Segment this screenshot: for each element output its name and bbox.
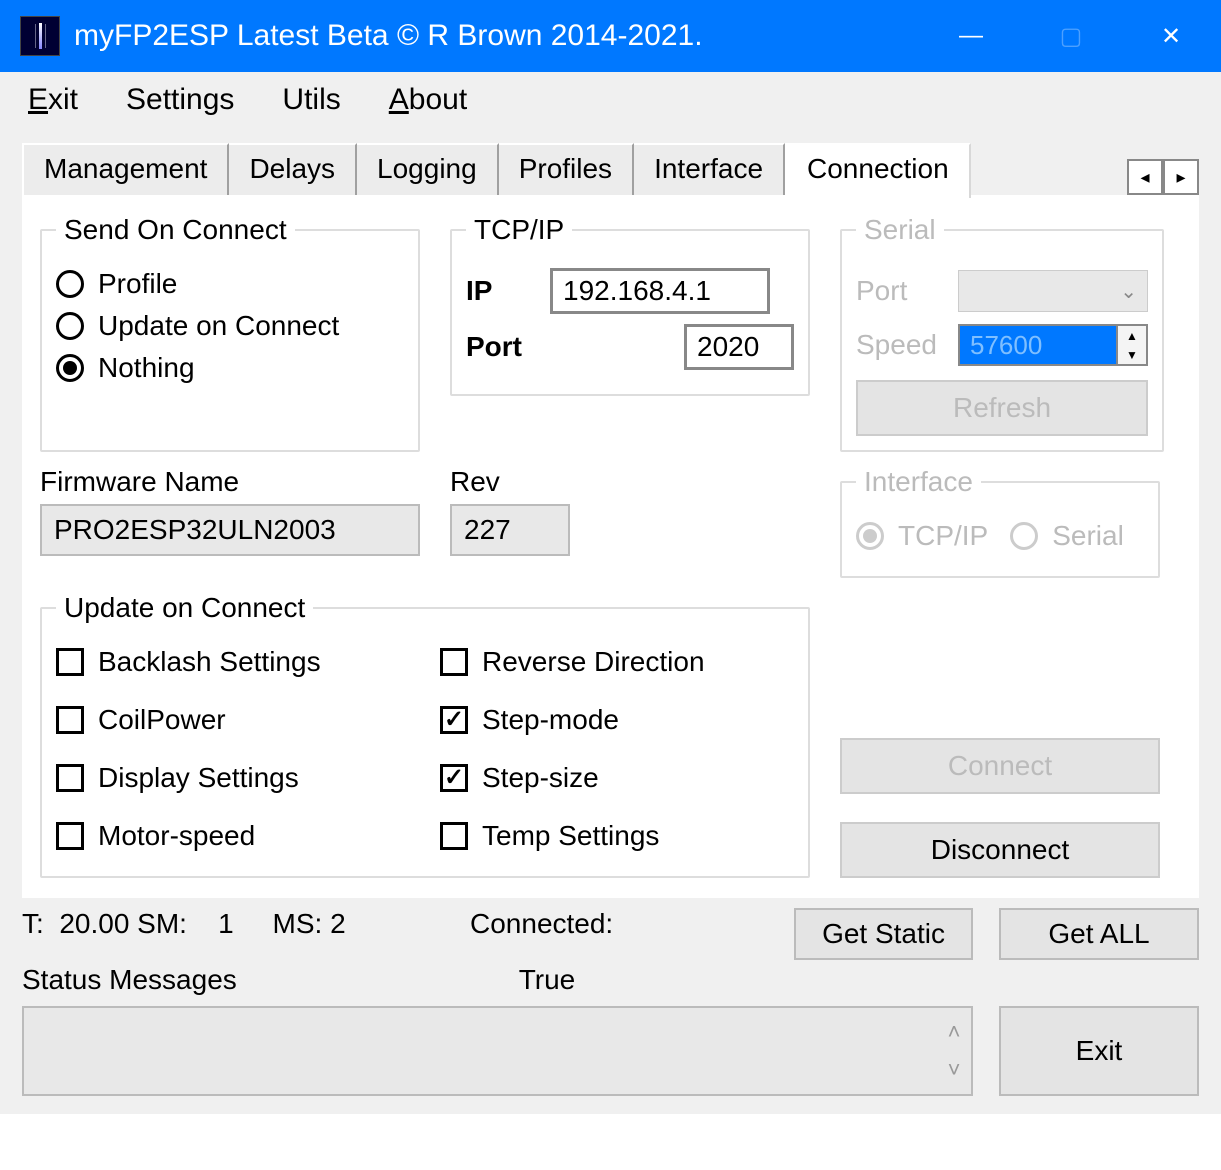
tab-panel-connection: Send On Connect Profile Update on Connec…	[22, 198, 1199, 898]
status-readout: T: 20.00 SM: 1 MS: 2	[22, 908, 452, 960]
tab-delays[interactable]: Delays	[229, 143, 357, 195]
get-static-button[interactable]: Get Static	[794, 908, 973, 960]
legend-serial: Serial	[856, 214, 944, 246]
tab-scroll-right[interactable]: ▸	[1163, 159, 1199, 195]
tab-interface[interactable]: Interface	[634, 143, 785, 195]
menu-bar: Exit Settings Utils About	[0, 72, 1221, 128]
scroll-up-icon[interactable]: ˄	[948, 1019, 961, 1045]
legend-update: Update on Connect	[56, 592, 313, 624]
tab-strip: Management Delays Logging Profiles Inter…	[22, 142, 1199, 198]
group-update-on-connect: Update on Connect Backlash Settings Reve…	[40, 592, 810, 878]
legend-send-on-connect: Send On Connect	[56, 214, 295, 246]
tab-connection[interactable]: Connection	[785, 143, 971, 198]
label-rev: Rev	[450, 466, 810, 498]
check-coilpower[interactable]	[56, 706, 84, 734]
tab-scroll-left[interactable]: ◂	[1127, 159, 1163, 195]
status-messages-box[interactable]: ˄˅	[22, 1006, 973, 1096]
connect-button[interactable]: Connect	[840, 738, 1160, 794]
spinner-down-icon[interactable]: ▼	[1118, 345, 1146, 364]
check-motor-speed[interactable]	[56, 822, 84, 850]
combo-serial-port[interactable]: ⌄	[958, 270, 1148, 312]
label-ip: IP	[466, 275, 536, 307]
maximize-button: ▢	[1021, 0, 1121, 72]
value-connected: True	[452, 964, 642, 996]
minimize-button[interactable]: —	[921, 0, 1021, 72]
legend-tcpip: TCP/IP	[466, 214, 572, 246]
get-all-button[interactable]: Get ALL	[999, 908, 1199, 960]
status-area: T: 20.00 SM: 1 MS: 2 Connected: Get Stat…	[0, 898, 1221, 1114]
label-firmware-name: Firmware Name	[40, 466, 420, 498]
spinner-serial-speed[interactable]: 57600 ▲▼	[958, 324, 1148, 366]
title-bar: myFP2ESP Latest Beta © R Brown 2014-2021…	[0, 0, 1221, 72]
tab-management[interactable]: Management	[22, 143, 229, 195]
menu-settings[interactable]: Settings	[126, 83, 234, 117]
check-backlash[interactable]	[56, 648, 84, 676]
spinner-up-icon[interactable]: ▲	[1118, 326, 1146, 345]
label-connected: Connected:	[470, 908, 660, 960]
value-rev: 227	[450, 504, 570, 556]
refresh-button[interactable]: Refresh	[856, 380, 1148, 436]
scroll-down-icon[interactable]: ˅	[948, 1057, 961, 1083]
label-status-messages: Status Messages	[22, 964, 452, 996]
legend-interface: Interface	[856, 466, 981, 498]
tab-profiles[interactable]: Profiles	[499, 143, 634, 195]
radio-nothing[interactable]	[56, 354, 84, 382]
menu-about[interactable]: About	[389, 83, 467, 117]
check-stepsize[interactable]	[440, 764, 468, 792]
app-icon	[20, 16, 60, 56]
check-stepmode[interactable]	[440, 706, 468, 734]
check-display-settings[interactable]	[56, 764, 84, 792]
group-serial: Serial Port ⌄ Speed 57600 ▲▼ Refresh	[840, 214, 1164, 452]
menu-exit[interactable]: Exit	[28, 83, 78, 117]
value-firmware-name: PRO2ESP32ULN2003	[40, 504, 420, 556]
close-button[interactable]: ✕	[1121, 0, 1221, 72]
group-tcpip: TCP/IP IP 192.168.4.1 Port 2020	[450, 214, 810, 396]
chevron-down-icon: ⌄	[1120, 279, 1137, 304]
window-title: myFP2ESP Latest Beta © R Brown 2014-2021…	[74, 19, 921, 53]
input-port[interactable]: 2020	[684, 324, 794, 370]
menu-utils[interactable]: Utils	[282, 83, 340, 117]
check-temp-settings[interactable]	[440, 822, 468, 850]
check-reverse-direction[interactable]	[440, 648, 468, 676]
disconnect-button[interactable]: Disconnect	[840, 822, 1160, 878]
label-port: Port	[466, 331, 536, 363]
tab-logging[interactable]: Logging	[357, 143, 499, 195]
group-send-on-connect: Send On Connect Profile Update on Connec…	[40, 214, 420, 452]
radio-update-on-connect[interactable]	[56, 312, 84, 340]
radio-interface-serial	[1010, 522, 1038, 550]
label-serial-speed: Speed	[856, 329, 946, 361]
input-ip[interactable]: 192.168.4.1	[550, 268, 770, 314]
label-serial-port: Port	[856, 275, 946, 307]
radio-interface-tcpip	[856, 522, 884, 550]
group-interface: Interface TCP/IP Serial	[840, 466, 1160, 578]
radio-profile[interactable]	[56, 270, 84, 298]
exit-button[interactable]: Exit	[999, 1006, 1199, 1096]
